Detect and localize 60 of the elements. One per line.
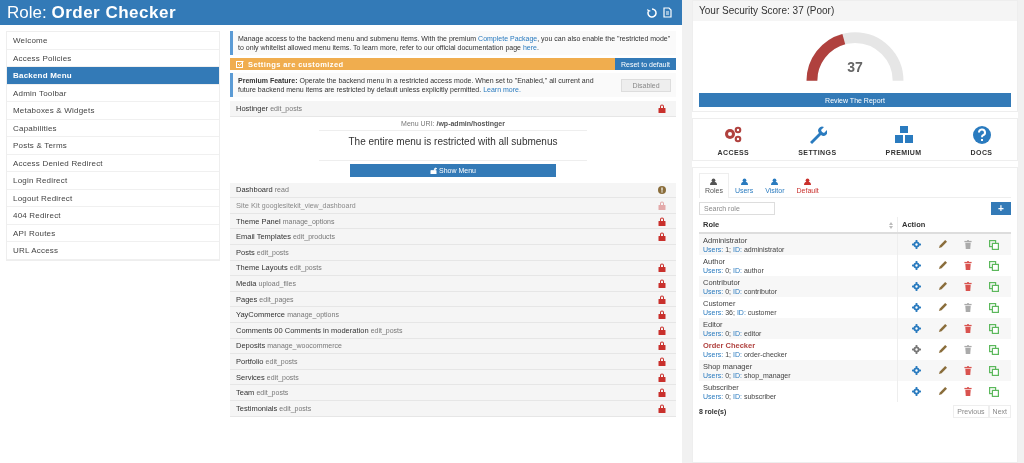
checkbox-icon	[236, 60, 244, 68]
sidebar-item[interactable]: Admin Toolbar	[7, 84, 219, 102]
trash-icon[interactable]	[964, 345, 972, 354]
user-icon	[740, 177, 748, 185]
score-value: 37	[846, 59, 864, 75]
pencil-icon[interactable]	[938, 345, 947, 354]
copy-icon[interactable]	[989, 344, 999, 355]
gear-icon[interactable]	[912, 261, 921, 270]
trash-icon[interactable]	[964, 324, 972, 333]
score-title: Your Security Score: 37 (Poor)	[693, 1, 1017, 21]
copy-icon[interactable]	[989, 386, 999, 397]
sidebar-item[interactable]: Logout Redirect	[7, 189, 219, 207]
copy-icon[interactable]	[989, 260, 999, 271]
restriction-message: The entire menu is restricted with all submenus	[348, 135, 558, 147]
document-icon	[663, 7, 672, 18]
gear-icon[interactable]	[912, 366, 921, 375]
trash-icon[interactable]	[964, 282, 972, 291]
unlocked-padlock-icon	[430, 166, 437, 174]
trash-icon[interactable]	[964, 366, 972, 375]
gear-icon[interactable]	[912, 345, 921, 354]
pencil-icon[interactable]	[938, 366, 947, 375]
trash-icon[interactable]	[964, 261, 972, 270]
boxes-icon	[893, 125, 914, 145]
copy-icon[interactable]	[989, 323, 999, 334]
copy-icon[interactable]	[989, 302, 999, 313]
gear-icon[interactable]	[912, 303, 921, 312]
sidebar-item[interactable]: Access Denied Redirect	[7, 154, 219, 172]
sidebar-item[interactable]: Backend Menu	[7, 67, 219, 85]
trash-icon[interactable]	[964, 240, 972, 249]
trash-icon[interactable]	[964, 387, 972, 396]
user-icon	[804, 177, 812, 185]
sidebar-item[interactable]: Welcome	[7, 32, 219, 50]
gear-icon[interactable]	[912, 387, 921, 396]
copy-icon[interactable]	[989, 365, 999, 376]
sidebar-item[interactable]: API Routes	[7, 224, 219, 242]
question-icon	[971, 125, 992, 145]
sidebar-item[interactable]: Metaboxes & Widgets	[7, 102, 219, 120]
gear-icon[interactable]	[912, 324, 921, 333]
gears-icon	[723, 125, 744, 145]
gear-icon[interactable]	[912, 282, 921, 291]
pencil-icon[interactable]	[938, 387, 947, 396]
pencil-icon[interactable]	[938, 261, 947, 270]
trash-icon[interactable]	[964, 303, 972, 312]
copy-icon[interactable]	[989, 239, 999, 250]
pencil-icon[interactable]	[938, 240, 947, 249]
pencil-icon[interactable]	[938, 324, 947, 333]
user-icon	[710, 178, 718, 185]
add-role-button[interactable]: +	[991, 202, 1011, 215]
role-title: Role: Order Checker	[7, 2, 177, 23]
sidebar-item[interactable]: Login Redirect	[7, 172, 219, 190]
pencil-icon[interactable]	[938, 303, 947, 312]
gear-icon[interactable]	[912, 240, 921, 249]
pencil-icon[interactable]	[938, 282, 947, 291]
sidebar-item[interactable]: URL Access	[7, 242, 219, 260]
copy-icon[interactable]	[989, 281, 999, 292]
user-icon	[771, 177, 779, 185]
sidebar-item[interactable]: Capabilities	[7, 119, 219, 137]
sidebar-item[interactable]: 404 Redirect	[7, 207, 219, 225]
reset-icon	[647, 7, 657, 18]
sidebar-item[interactable]: Posts & Terms	[7, 137, 219, 155]
